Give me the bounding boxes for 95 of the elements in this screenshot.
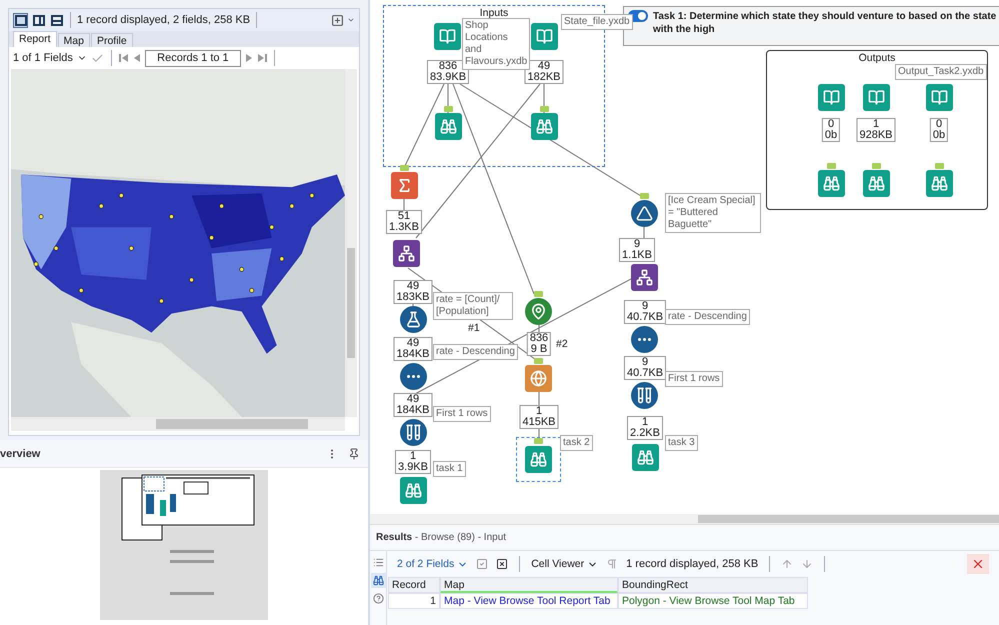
network-icon[interactable] xyxy=(631,264,658,291)
status-text: 1 record displayed, 2 fields, 258 KB xyxy=(77,14,250,26)
tool-annotation: First 1 rows xyxy=(433,406,491,422)
record-count-label: 1 3.9KB xyxy=(395,450,431,474)
record-count-label: 9 1.1KB xyxy=(619,238,655,262)
test-tubes-icon[interactable] xyxy=(631,382,658,409)
scrollbar[interactable] xyxy=(11,417,345,431)
record-count-label: 49 184KB xyxy=(393,393,433,417)
close-button[interactable] xyxy=(967,554,989,574)
tool-annotation: task 2 xyxy=(560,435,593,451)
comment-text: Task 1: Determine which state they should venture to based on the state with the high xyxy=(653,10,998,36)
dots-icon[interactable] xyxy=(631,326,658,353)
flask-icon[interactable] xyxy=(400,306,427,333)
pin-icon[interactable] xyxy=(348,448,360,460)
record-count-label: 1 928KB xyxy=(856,118,896,142)
container-title: Inputs xyxy=(480,7,508,19)
record-count-label: 0 0b xyxy=(822,118,840,142)
help-icon[interactable] xyxy=(370,591,386,606)
layout-button[interactable] xyxy=(49,12,64,28)
tab[interactable]: Profile xyxy=(90,33,133,47)
layout-button[interactable] xyxy=(13,12,28,28)
pilcrow-icon[interactable] xyxy=(606,558,618,570)
tool-annotation: Output_Task2.yxdb xyxy=(895,64,987,80)
tool-annotation: task 3 xyxy=(665,435,698,451)
table-cell[interactable]: Map - View Browse Tool Report Tab xyxy=(440,593,618,609)
record-count-label: 1 415KB xyxy=(519,405,559,429)
container-title: Outputs xyxy=(858,52,896,64)
binoculars-icon[interactable] xyxy=(863,170,890,197)
overview-thumbnail-drawing[interactable] xyxy=(100,470,268,620)
book-icon[interactable] xyxy=(434,23,461,50)
next-icon[interactable] xyxy=(244,53,253,63)
tool-annotation: task 1 xyxy=(433,461,466,477)
scrollbar[interactable] xyxy=(370,514,999,524)
records-field[interactable]: Records 1 to 1 xyxy=(144,50,241,66)
tool-annotation: State_file.yxdb xyxy=(561,14,633,30)
record-count-label: 51 1.3KB xyxy=(386,210,422,234)
panel-title: Results xyxy=(376,532,412,543)
binoculars-icon[interactable] xyxy=(435,113,462,140)
scrollbar[interactable] xyxy=(345,69,357,417)
book-icon[interactable] xyxy=(926,84,953,111)
panel-subtitle: - Browse (89) - Input xyxy=(414,532,506,543)
book-icon[interactable] xyxy=(818,84,845,111)
binoculars-icon[interactable] xyxy=(632,444,659,471)
binoculars-icon[interactable] xyxy=(400,477,427,504)
table-cell[interactable]: Polygon - View Browse Tool Map Tab xyxy=(618,593,808,609)
binoculars-icon[interactable] xyxy=(370,573,386,588)
binoculars-icon[interactable] xyxy=(531,113,558,140)
fields-dropdown[interactable]: 2 of 2 Fields xyxy=(397,558,468,570)
record-count-label: 836 9 B xyxy=(526,332,552,356)
uncheck-all-icon[interactable] xyxy=(496,558,508,570)
tool-annotation: First 1 rows xyxy=(665,371,723,387)
fields-dropdown[interactable]: 1 of 1 Fields xyxy=(13,52,87,64)
column-header[interactable]: Record xyxy=(388,577,440,593)
check-icon[interactable] xyxy=(90,52,104,64)
viewer-dropdown[interactable]: Cell Viewer xyxy=(531,558,598,570)
binoculars-icon[interactable] xyxy=(516,437,561,482)
record-count-label: 9 40.7KB xyxy=(624,356,666,380)
last-icon[interactable] xyxy=(256,53,267,63)
arrow-up-icon[interactable] xyxy=(781,558,794,570)
check-all-icon[interactable] xyxy=(476,558,488,570)
tab[interactable]: Map xyxy=(58,33,90,47)
panel-title: verview xyxy=(0,448,40,460)
tool-annotation: [Ice Cream Special] = "Buttered Baguette" xyxy=(665,193,761,233)
previous-icon[interactable] xyxy=(132,53,141,63)
record-count-label: 49 183KB xyxy=(393,280,433,304)
globe-icon[interactable] xyxy=(525,365,552,392)
close-icon xyxy=(971,557,985,571)
column-header[interactable]: BoundingRect xyxy=(618,577,808,593)
table-cell: 1 xyxy=(388,593,440,609)
network-icon[interactable] xyxy=(393,240,420,267)
sigma-icon[interactable] xyxy=(391,172,418,199)
binoculars-icon[interactable] xyxy=(926,170,953,197)
connection-label: #2 xyxy=(556,338,568,350)
record-count-label: 1 2.2KB xyxy=(627,416,663,440)
first-icon[interactable] xyxy=(118,53,129,63)
record-count-label: 9 40.7KB xyxy=(624,300,666,324)
book-icon[interactable] xyxy=(863,84,890,111)
status-text: 1 record displayed, 258 KB xyxy=(626,558,758,570)
book-icon[interactable] xyxy=(531,23,558,50)
chevron-down-icon[interactable] xyxy=(347,16,355,24)
tool-annotation: rate - Descending xyxy=(665,309,750,325)
column-header[interactable]: Map xyxy=(440,577,618,593)
record-count-label: 0 0b xyxy=(930,118,948,142)
tool-annotation: rate = [Count]/ [Population] xyxy=(433,292,513,320)
test-tubes-icon[interactable] xyxy=(400,419,427,446)
tab[interactable]: Report xyxy=(13,31,57,47)
dots-icon[interactable] xyxy=(400,363,427,390)
layout-button[interactable] xyxy=(31,12,46,28)
tool-annotation: rate - Descending xyxy=(433,344,518,360)
connection-label: #1 xyxy=(468,322,480,334)
arrow-down-icon[interactable] xyxy=(801,558,814,570)
record-count-label: 49 184KB xyxy=(393,337,433,361)
map-pin-icon[interactable] xyxy=(525,298,552,325)
binoculars-icon[interactable] xyxy=(818,170,845,197)
add-icon[interactable] xyxy=(331,14,344,26)
